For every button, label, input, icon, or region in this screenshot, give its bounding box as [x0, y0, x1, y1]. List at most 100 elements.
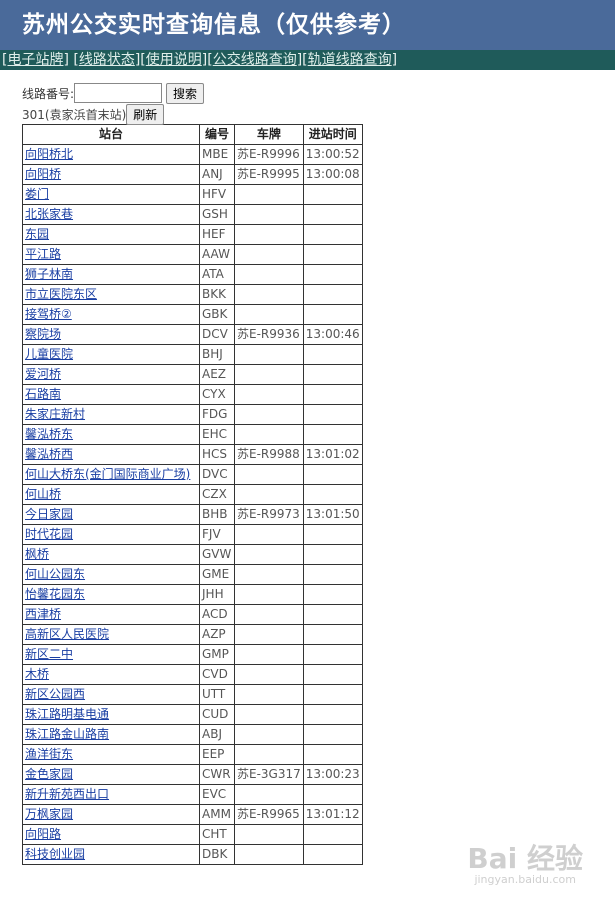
bus-plate-cell	[234, 384, 304, 405]
bus-plate-cell	[234, 664, 304, 685]
arrival-time-cell: 13:01:50	[302, 504, 363, 525]
table-row: 馨泓桥西 HCS 苏E-R9988 13:01:02	[22, 444, 363, 465]
stop-link[interactable]: 何山公园东	[25, 567, 85, 581]
stop-link[interactable]: 馨泓桥西	[25, 447, 73, 461]
stop-link[interactable]: 东园	[25, 227, 49, 241]
stop-link[interactable]: 新区二中	[25, 647, 73, 661]
nav-item-e-stop-board[interactable]: 电子站牌	[7, 52, 63, 68]
stop-link[interactable]: 科技创业园	[25, 847, 85, 861]
stop-code-cell: ABJ	[199, 724, 235, 745]
bus-plate-cell	[234, 224, 304, 245]
stop-name-cell: 馨泓桥东	[22, 424, 200, 445]
arrival-time-cell: 13:00:23	[302, 764, 363, 785]
table-row: 木桥 CVD	[22, 664, 363, 685]
stop-link[interactable]: 向阳桥北	[25, 147, 73, 161]
table-row: 东园 HEF	[22, 224, 363, 245]
nav-item-rail-route-search[interactable]: 轨道线路查询	[308, 52, 392, 68]
arrival-time-cell	[302, 244, 363, 265]
stop-link[interactable]: 朱家庄新村	[25, 407, 85, 421]
stop-link[interactable]: 向阳路	[25, 827, 61, 841]
stop-name-cell: 珠江路明基电通	[22, 704, 200, 725]
stop-link[interactable]: 珠江路明基电通	[25, 707, 109, 721]
stop-link[interactable]: 向阳桥	[25, 167, 61, 181]
stop-link[interactable]: 市立医院东区	[25, 287, 97, 301]
page-header: 苏州公交实时查询信息（仅供参考）	[0, 0, 615, 50]
stop-name-cell: 爱河桥	[22, 364, 200, 385]
table-row: 西津桥 ACD	[22, 604, 363, 625]
stop-link[interactable]: 珠江路金山路南	[25, 727, 109, 741]
stop-link[interactable]: 金色家园	[25, 767, 73, 781]
table-row: 何山桥 CZX	[22, 484, 363, 505]
arrival-time-cell	[302, 684, 363, 705]
nav-bar: [电子站牌] [线路状态][使用说明][公交线路查询][轨道线路查询]	[0, 50, 615, 70]
stop-link[interactable]: 新升新苑西出口	[25, 787, 109, 801]
table-row: 市立医院东区 BKK	[22, 284, 363, 305]
stop-link[interactable]: 枫桥	[25, 547, 49, 561]
search-button[interactable]: 搜索	[166, 82, 205, 104]
route-number-input[interactable]	[74, 83, 163, 103]
stop-name-cell: 馨泓桥西	[22, 444, 200, 465]
stop-name-cell: 万枫家园	[22, 804, 200, 825]
table-row: 枫桥 GVW	[22, 544, 363, 565]
stop-code-cell: FJV	[199, 524, 235, 545]
stop-link[interactable]: 北张家巷	[25, 207, 73, 221]
stop-link[interactable]: 渔洋街东	[25, 747, 73, 761]
stop-link[interactable]: 平江路	[25, 247, 61, 261]
stop-link[interactable]: 石路南	[25, 387, 61, 401]
stop-name-cell: 朱家庄新村	[22, 404, 200, 425]
baidu-watermark: Bai 经验 jingyan.baidu.com	[467, 844, 583, 886]
stop-code-cell: HFV	[199, 184, 235, 205]
page-title: 苏州公交实时查询信息（仅供参考）	[22, 11, 406, 38]
stop-link[interactable]: 爱河桥	[25, 367, 61, 381]
stop-code-cell: AEZ	[199, 364, 235, 385]
column-header-code: 编号	[199, 124, 235, 145]
table-row: 向阳路 CHT	[22, 824, 363, 845]
stop-link[interactable]: 高新区人民医院	[25, 627, 109, 641]
nav-item-instructions[interactable]: 使用说明	[146, 52, 202, 68]
bus-plate-cell	[234, 784, 304, 805]
stop-link[interactable]: 怡馨花园东	[25, 587, 85, 601]
stop-link[interactable]: 木桥	[25, 667, 49, 681]
stop-code-cell: EEP	[199, 744, 235, 765]
arrival-time-cell	[302, 604, 363, 625]
nav-item-bus-route-search[interactable]: 公交线路查询	[213, 52, 297, 68]
arrival-time-cell: 13:00:52	[302, 144, 363, 165]
search-bar: 线路番号: 搜索	[22, 82, 615, 104]
stop-name-cell: 何山大桥东(金门国际商业广场)	[22, 464, 200, 485]
table-row: 平江路 AAW	[22, 244, 363, 265]
arrival-time-cell	[302, 404, 363, 425]
arrival-time-cell	[302, 364, 363, 385]
bus-plate-cell: 苏E-R9973	[234, 504, 304, 525]
stop-link[interactable]: 何山大桥东(金门国际商业广场)	[25, 467, 190, 481]
bus-plate-cell	[234, 464, 304, 485]
stop-link[interactable]: 狮子林南	[25, 267, 73, 281]
table-row: 新区二中 GMP	[22, 644, 363, 665]
stop-link[interactable]: 今日家园	[25, 507, 73, 521]
arrival-time-cell	[302, 664, 363, 685]
table-row: 向阳桥 ANJ 苏E-R9995 13:00:08	[22, 164, 363, 185]
stop-link[interactable]: 新区公园西	[25, 687, 85, 701]
stop-link[interactable]: 儿童医院	[25, 347, 73, 361]
arrival-time-cell	[302, 824, 363, 845]
stop-name-cell: 向阳路	[22, 824, 200, 845]
stop-code-cell: EVC	[199, 784, 235, 805]
stop-link[interactable]: 馨泓桥东	[25, 427, 73, 441]
stop-code-cell: EHC	[199, 424, 235, 445]
stop-link[interactable]: 万枫家园	[25, 807, 73, 821]
stop-link[interactable]: 娄门	[25, 187, 49, 201]
arrival-time-cell	[302, 464, 363, 485]
bus-plate-cell	[234, 204, 304, 225]
bus-plate-cell: 苏E-R9936	[234, 324, 304, 345]
stop-link[interactable]: 时代花园	[25, 527, 73, 541]
arrival-time-cell	[302, 204, 363, 225]
stop-link[interactable]: 察院场	[25, 327, 61, 341]
stop-link[interactable]: 何山桥	[25, 487, 61, 501]
stop-name-cell: 向阳桥	[22, 164, 200, 185]
arrival-time-cell	[302, 564, 363, 585]
stop-name-cell: 东园	[22, 224, 200, 245]
refresh-button[interactable]: 刷新	[126, 103, 165, 125]
stop-link[interactable]: 接驾桥②	[25, 307, 72, 321]
table-row: 何山大桥东(金门国际商业广场) DVC	[22, 464, 363, 485]
nav-item-route-status[interactable]: 线路状态	[79, 52, 135, 68]
stop-link[interactable]: 西津桥	[25, 607, 61, 621]
